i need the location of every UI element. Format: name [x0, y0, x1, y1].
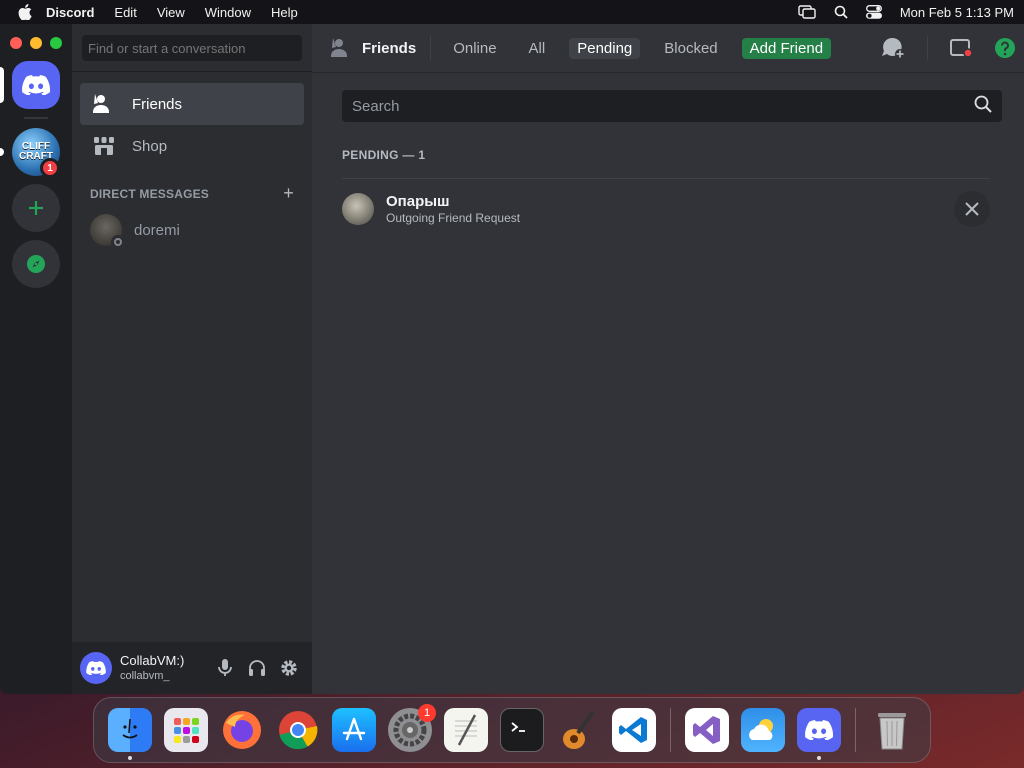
shop-icon — [92, 134, 116, 158]
new-group-dm-icon[interactable] — [881, 37, 905, 59]
tab-online[interactable]: Online — [445, 38, 504, 59]
list-item[interactable]: Опарыш Outgoing Friend Request — [342, 186, 1002, 232]
user-username: collabvm_ — [120, 670, 170, 682]
user-info[interactable]: CollabVM:) collabvm_ — [120, 653, 184, 683]
home-selected-indicator — [0, 67, 4, 103]
menu-app-discord[interactable]: Discord — [46, 5, 94, 20]
close-icon — [965, 202, 979, 216]
add-friend-button[interactable]: Add Friend — [741, 37, 832, 59]
create-dm-button[interactable]: + — [283, 184, 294, 202]
sidebar-item-label: Friends — [132, 95, 183, 113]
list-divider — [342, 178, 990, 179]
direct-messages-header: DIRECT MESSAGES + — [90, 184, 294, 202]
friends-title: Friends — [330, 38, 416, 58]
dock-textedit-icon[interactable] — [444, 708, 488, 752]
sidebar-item-shop[interactable]: Shop — [80, 125, 304, 167]
toolbar-divider — [430, 36, 432, 60]
microphone-icon[interactable] — [214, 657, 236, 679]
dock-vscode-icon[interactable] — [612, 708, 656, 752]
close-window-button[interactable] — [10, 37, 22, 49]
menu-help[interactable]: Help — [271, 5, 298, 20]
friends-search-input[interactable] — [352, 97, 974, 115]
spotlight-search-icon[interactable] — [834, 5, 848, 19]
help-icon[interactable] — [994, 37, 1016, 59]
friends-toolbar: Friends Online All Pending Blocked Add F… — [312, 24, 1024, 73]
friend-request-status: Outgoing Friend Request — [386, 211, 521, 225]
gear-icon[interactable] — [278, 657, 300, 679]
dock-app-store-icon[interactable] — [332, 708, 376, 752]
discord-window: CLIFF CRAFT 1 Friends Shop DIRECT MESSAG… — [0, 24, 1024, 694]
maximize-window-button[interactable] — [50, 37, 62, 49]
dock-terminal-icon[interactable] — [500, 708, 544, 752]
dock-weather-icon[interactable] — [741, 708, 785, 752]
friends-icon — [92, 92, 116, 116]
server-rail: CLIFF CRAFT 1 — [0, 24, 72, 694]
dock-firefox-icon[interactable] — [220, 708, 264, 752]
explore-servers-button[interactable] — [12, 240, 60, 288]
sidebar-item-label: Shop — [132, 137, 168, 155]
window-controls — [10, 37, 62, 49]
sidebar-search-container — [72, 24, 312, 72]
user-display-name: CollabVM:) — [120, 653, 185, 668]
dock-separator — [855, 708, 856, 752]
rail-separator — [24, 117, 48, 119]
dock-separator — [670, 708, 671, 752]
menu-edit[interactable]: Edit — [114, 5, 136, 20]
find-conversation-input[interactable] — [82, 35, 302, 61]
tab-blocked[interactable]: Blocked — [656, 38, 725, 59]
pending-count-label: PENDING — 1 — [342, 148, 426, 162]
screen-mirroring-icon[interactable] — [798, 5, 816, 19]
dock-trash-icon[interactable] — [870, 708, 914, 752]
cancel-request-button[interactable] — [954, 191, 990, 227]
dm-item-doremi[interactable]: doremi — [80, 209, 304, 251]
server-mention-badge: 1 — [40, 158, 60, 178]
inbox-icon[interactable] — [950, 38, 972, 58]
dock: 1 — [93, 697, 931, 763]
add-server-button[interactable] — [12, 184, 60, 232]
unread-indicator — [0, 148, 4, 156]
control-center-icon[interactable] — [865, 5, 882, 19]
running-indicator — [128, 756, 132, 760]
menu-window[interactable]: Window — [205, 5, 251, 20]
running-indicator — [817, 756, 821, 760]
offline-status-icon — [111, 235, 125, 249]
friends-main-panel: Friends Online All Pending Blocked Add F… — [312, 24, 1024, 694]
dock-system-settings-icon[interactable]: 1 — [388, 704, 436, 752]
friends-icon — [330, 38, 352, 58]
dock-chrome-icon[interactable] — [276, 708, 320, 752]
tab-all[interactable]: All — [521, 38, 554, 59]
dock-visual-studio-icon[interactable] — [685, 708, 729, 752]
friends-search — [342, 90, 1002, 122]
direct-messages-home-button[interactable] — [12, 61, 60, 109]
dock-garageband-icon[interactable] — [556, 708, 600, 752]
sidebar-item-friends[interactable]: Friends — [80, 83, 304, 125]
apple-icon[interactable] — [18, 4, 32, 20]
user-avatar[interactable] — [80, 652, 112, 684]
avatar — [342, 193, 374, 225]
friend-name: Опарыш — [386, 193, 450, 210]
tab-pending[interactable]: Pending — [569, 37, 641, 59]
compass-icon — [27, 255, 45, 273]
discord-logo-icon — [86, 661, 106, 675]
minimize-window-button[interactable] — [30, 37, 42, 49]
menu-bar: Discord Edit View Window Help Mon Feb 5 … — [0, 0, 1024, 24]
settings-notification-badge: 1 — [418, 704, 436, 722]
dm-sidebar: Friends Shop DIRECT MESSAGES + doremi Co… — [72, 24, 312, 694]
plus-icon — [29, 201, 43, 215]
menubar-clock[interactable]: Mon Feb 5 1:13 PM — [900, 5, 1014, 20]
user-panel: CollabVM:) collabvm_ — [72, 642, 312, 694]
dm-name: doremi — [134, 221, 180, 239]
avatar — [90, 214, 125, 249]
dm-header-label: DIRECT MESSAGES — [90, 187, 210, 201]
dock-discord-icon[interactable] — [797, 708, 841, 760]
tools-divider — [927, 36, 928, 60]
menu-view[interactable]: View — [157, 5, 185, 20]
dock-launchpad-icon[interactable] — [164, 708, 208, 752]
dock-finder-icon[interactable] — [108, 708, 152, 760]
friends-title-label: Friends — [362, 39, 417, 57]
search-icon — [974, 95, 992, 118]
headphones-icon[interactable] — [246, 657, 268, 679]
discord-logo-icon — [22, 75, 50, 95]
